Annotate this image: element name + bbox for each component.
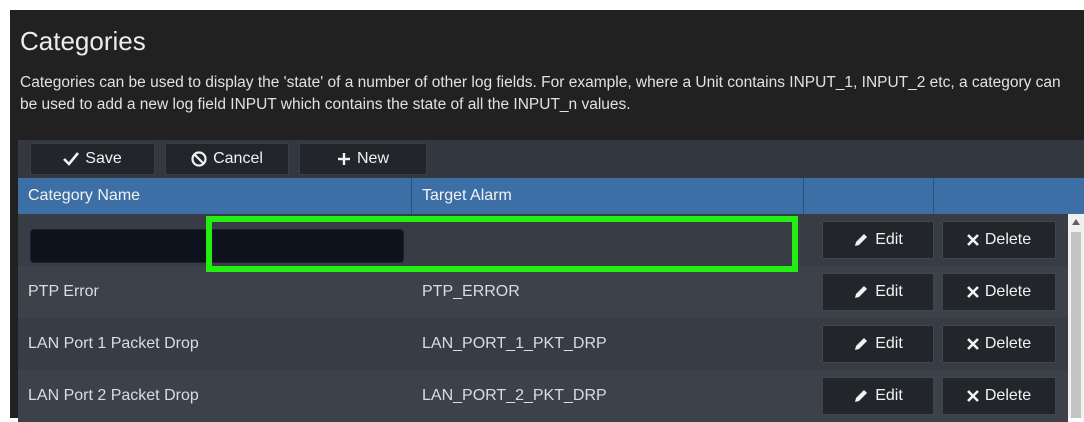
edit-label: Edit (875, 283, 903, 300)
scroll-up-icon[interactable] (1068, 214, 1084, 230)
delete-button[interactable]: Delete (942, 325, 1056, 363)
pencil-icon (855, 234, 868, 246)
table-body: Edit Delete PTP Error PTP_ERROR Edit Del… (18, 214, 1084, 422)
pencil-icon (855, 286, 868, 298)
new-label: New (356, 150, 389, 167)
scrollbar-thumb[interactable] (1071, 232, 1081, 418)
delete-button[interactable]: Delete (942, 221, 1056, 259)
target-alarm-cell: LAN_PORT_1_PKT_DRP (422, 335, 607, 352)
x-icon (966, 338, 979, 350)
target-alarm-cell: PTP_ERROR (422, 283, 520, 300)
check-icon (63, 152, 80, 166)
edit-button[interactable]: Edit (822, 221, 934, 259)
save-label: Save (85, 150, 122, 167)
edit-button[interactable]: Edit (822, 325, 934, 363)
edit-label: Edit (875, 387, 903, 404)
category-name-cell: PTP Error (28, 283, 99, 300)
x-icon (966, 286, 979, 298)
column-header-category-name[interactable]: Category Name (18, 178, 412, 214)
table-row[interactable]: PTP Error PTP_ERROR Edit Delete (18, 266, 1068, 318)
column-header-target-alarm[interactable]: Target Alarm (412, 178, 804, 214)
table-header: Category Name Target Alarm (18, 178, 1084, 214)
new-button[interactable]: New (299, 143, 427, 175)
x-icon (966, 234, 979, 246)
cancel-button[interactable]: Cancel (165, 143, 289, 175)
edit-button[interactable]: Edit (822, 377, 934, 415)
edit-label: Edit (875, 231, 903, 248)
cancel-label: Cancel (213, 150, 263, 167)
ban-icon (191, 151, 207, 167)
delete-label: Delete (984, 335, 1032, 352)
delete-button[interactable]: Delete (942, 273, 1056, 311)
plus-icon (337, 153, 350, 165)
column-header-delete (934, 178, 1084, 214)
edit-label: Edit (875, 335, 903, 352)
delete-label: Delete (984, 283, 1032, 300)
column-header-edit (804, 178, 934, 214)
edit-button[interactable]: Edit (822, 273, 934, 311)
target-alarm-cell[interactable] (412, 214, 804, 266)
category-name-input[interactable] (30, 229, 404, 263)
pencil-icon (855, 338, 868, 350)
toolbar: Save Cancel New (18, 140, 1084, 178)
delete-label: Delete (984, 387, 1032, 404)
table-row-new: Edit Delete (18, 214, 1068, 266)
delete-button[interactable]: Delete (942, 377, 1056, 415)
table-row[interactable]: LAN Port 1 Packet Drop LAN_PORT_1_PKT_DR… (18, 318, 1068, 370)
category-name-cell: LAN Port 2 Packet Drop (28, 387, 199, 404)
pencil-icon (855, 390, 868, 402)
table-row[interactable]: LAN Port 2 Packet Drop LAN_PORT_2_PKT_DR… (18, 370, 1068, 422)
target-alarm-cell: LAN_PORT_2_PKT_DRP (422, 387, 607, 404)
category-name-cell: LAN Port 1 Packet Drop (28, 335, 199, 352)
save-button[interactable]: Save (30, 143, 155, 175)
x-icon (966, 390, 979, 402)
vertical-scrollbar[interactable] (1068, 214, 1084, 418)
delete-label: Delete (984, 231, 1032, 248)
